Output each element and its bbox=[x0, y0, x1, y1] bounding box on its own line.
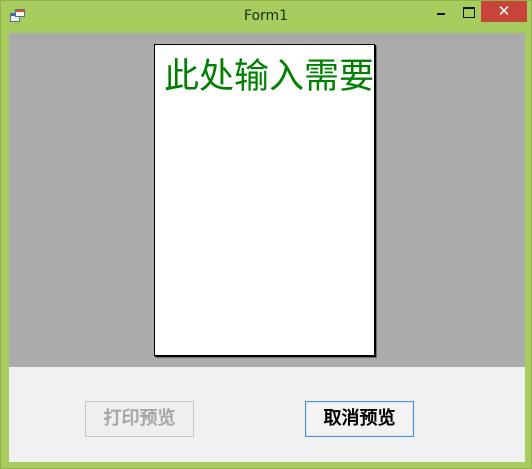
app-window: Form1 ✕ 此处输入需要 打印预览 取消预览 bbox=[0, 0, 532, 469]
preview-page-text: 此处输入需要 bbox=[164, 57, 375, 97]
close-icon: ✕ bbox=[497, 2, 511, 20]
print-preview-button[interactable]: 打印预览 bbox=[85, 401, 194, 437]
minimize-button[interactable] bbox=[428, 2, 454, 22]
cancel-preview-button[interactable]: 取消预览 bbox=[305, 401, 414, 437]
preview-page: 此处输入需要 bbox=[154, 44, 375, 356]
print-preview-control[interactable]: 此处输入需要 bbox=[9, 33, 525, 367]
close-button[interactable]: ✕ bbox=[481, 1, 527, 22]
form-client-area: 此处输入需要 打印预览 取消预览 bbox=[9, 33, 525, 462]
title-bar[interactable]: Form1 ✕ bbox=[1, 1, 531, 32]
maximize-button[interactable] bbox=[454, 2, 481, 22]
